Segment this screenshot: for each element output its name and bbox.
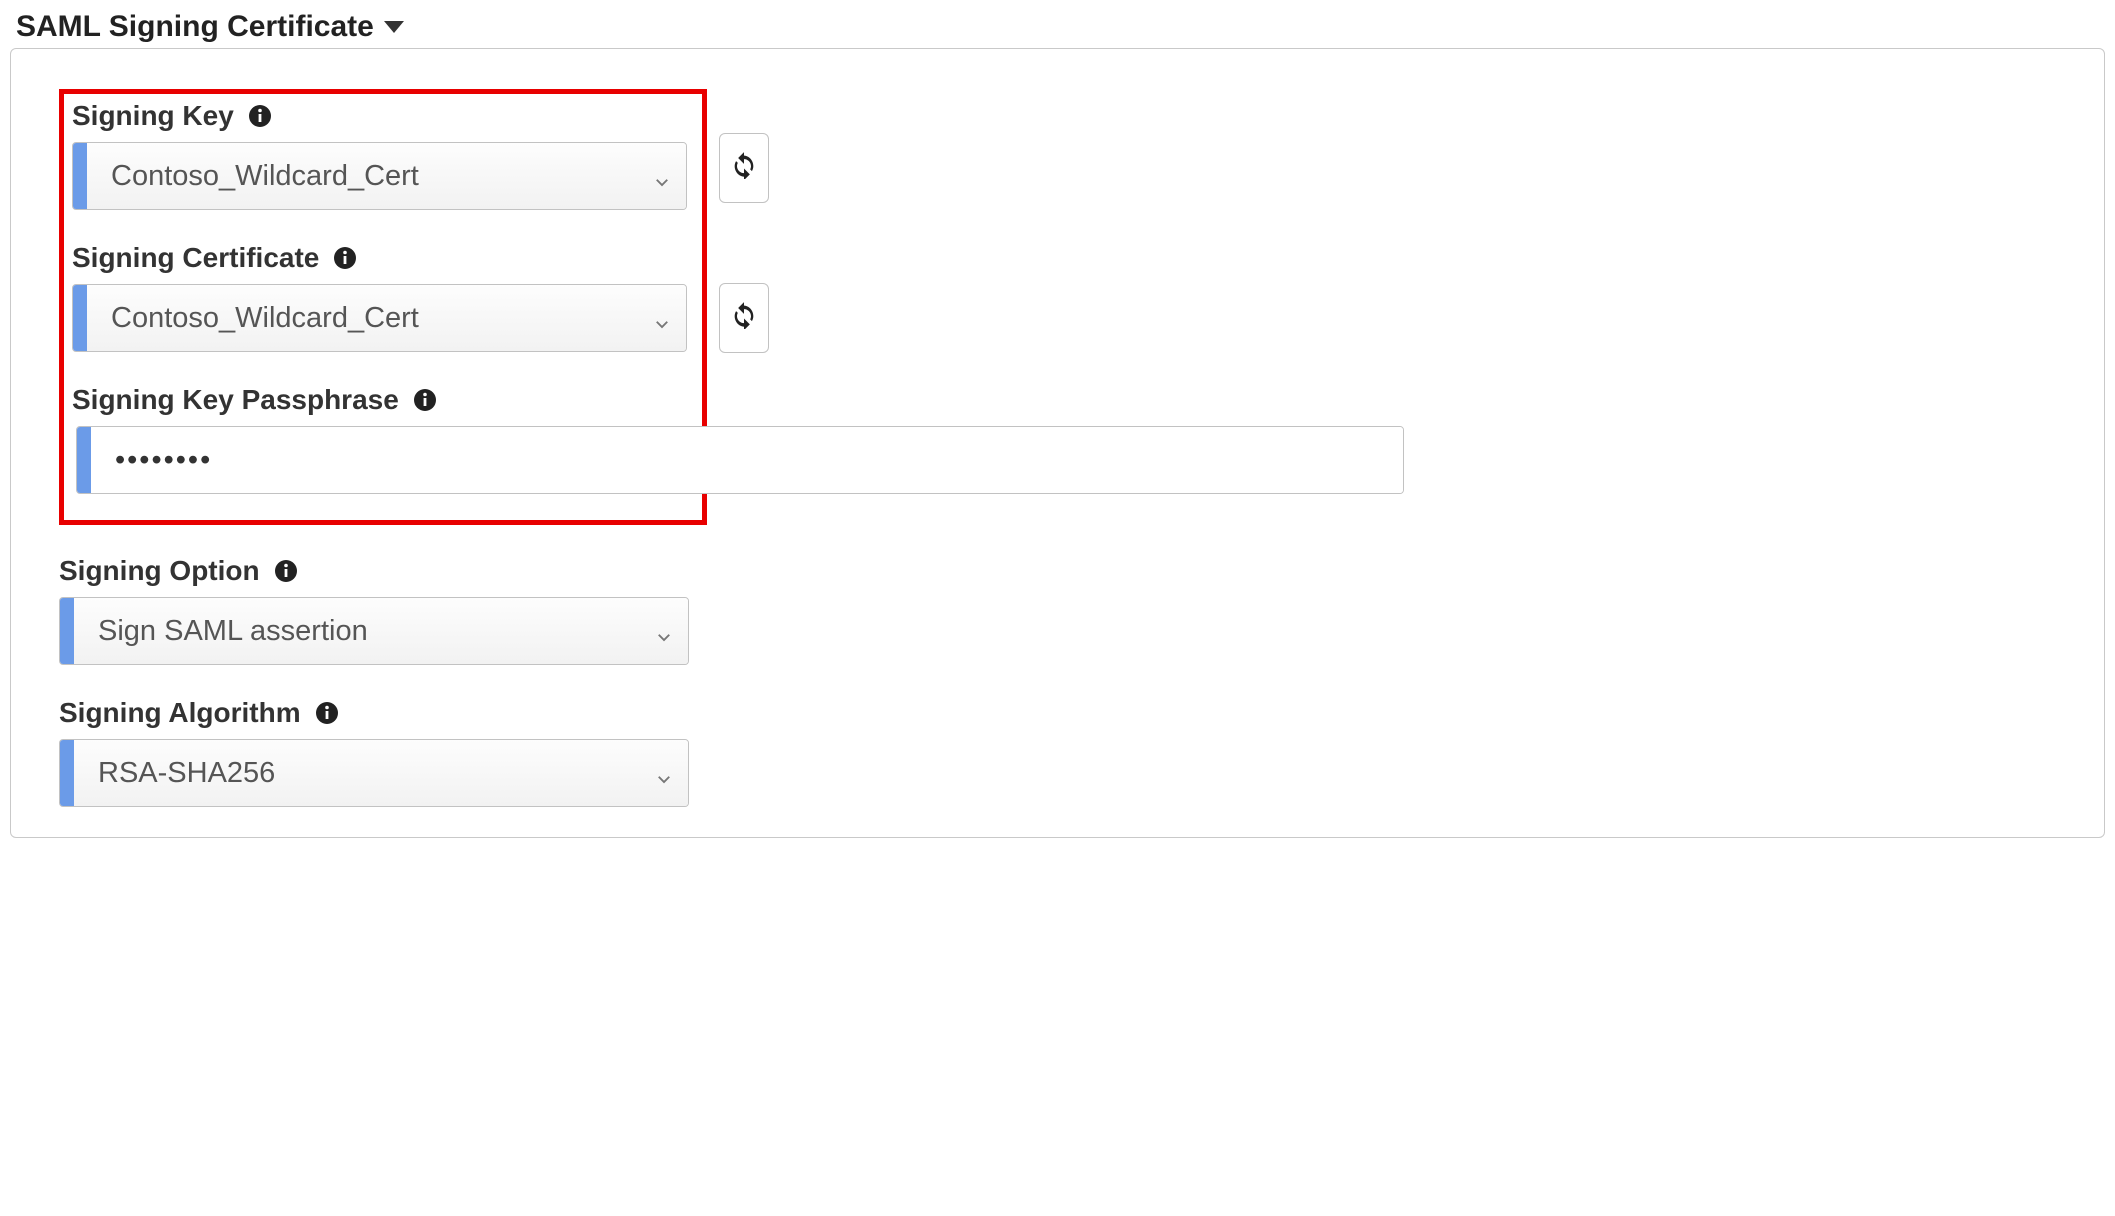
select-row: Contoso_Wildcard_Cert [72, 142, 694, 210]
signing-cert-label: Signing Certificate [72, 242, 319, 274]
label-row: Signing Option [59, 555, 699, 587]
refresh-signing-key-button[interactable] [719, 133, 769, 203]
signing-key-value: Contoso_Wildcard_Cert [87, 143, 638, 209]
info-icon[interactable] [413, 388, 437, 412]
highlight-wrapper: Signing Key Contoso_Wildcard_Cert [59, 89, 2056, 525]
below-section: Signing Option Sign SAML assertion Signi… [59, 555, 699, 807]
passphrase-input-container [72, 426, 694, 498]
signing-algorithm-value: RSA-SHA256 [74, 740, 640, 806]
signing-algorithm-select[interactable]: RSA-SHA256 [59, 739, 689, 807]
signing-option-label: Signing Option [59, 555, 260, 587]
field-signing-algorithm: Signing Algorithm RSA-SHA256 [59, 697, 699, 807]
chevron-down-icon [655, 622, 673, 640]
info-icon[interactable] [333, 246, 357, 270]
refresh-icon [730, 151, 758, 186]
accent-bar [77, 427, 91, 493]
highlight-box: Signing Key Contoso_Wildcard_Cert [59, 89, 707, 525]
chevron-down-icon [653, 309, 671, 327]
field-signing-cert: Signing Certificate Contoso_Wildcard_Cer… [72, 242, 694, 352]
label-row: Signing Algorithm [59, 697, 699, 729]
chevron-box [638, 143, 686, 209]
accent-bar [60, 740, 74, 806]
signing-cert-select[interactable]: Contoso_Wildcard_Cert [72, 284, 687, 352]
section-header[interactable]: SAML Signing Certificate [10, 10, 2105, 44]
accent-bar [60, 598, 74, 664]
label-row: Signing Certificate [72, 242, 694, 274]
info-icon[interactable] [274, 559, 298, 583]
caret-down-icon [384, 21, 404, 33]
label-row: Signing Key [72, 100, 694, 132]
chevron-box [640, 598, 688, 664]
chevron-box [638, 285, 686, 351]
signing-option-value: Sign SAML assertion [74, 598, 640, 664]
passphrase-input-wrap[interactable] [76, 426, 1404, 494]
refresh-signing-cert-button[interactable] [719, 283, 769, 353]
field-signing-option: Signing Option Sign SAML assertion [59, 555, 699, 665]
info-icon[interactable] [248, 104, 272, 128]
refresh-icon [730, 301, 758, 336]
signing-key-select[interactable]: Contoso_Wildcard_Cert [72, 142, 687, 210]
chevron-down-icon [655, 764, 673, 782]
chevron-box [640, 740, 688, 806]
signing-algorithm-label: Signing Algorithm [59, 697, 301, 729]
signing-key-label: Signing Key [72, 100, 234, 132]
info-icon[interactable] [315, 701, 339, 725]
label-row: Signing Key Passphrase [72, 384, 694, 416]
accent-bar [73, 143, 87, 209]
chevron-down-icon [653, 167, 671, 185]
accent-bar [73, 285, 87, 351]
passphrase-input[interactable] [91, 427, 1403, 493]
signing-option-select[interactable]: Sign SAML assertion [59, 597, 689, 665]
field-passphrase: Signing Key Passphrase [72, 384, 694, 498]
signing-cert-value: Contoso_Wildcard_Cert [87, 285, 638, 351]
panel-body: Signing Key Contoso_Wildcard_Cert [10, 48, 2105, 838]
passphrase-label: Signing Key Passphrase [72, 384, 399, 416]
field-signing-key: Signing Key Contoso_Wildcard_Cert [72, 100, 694, 210]
select-row: Contoso_Wildcard_Cert [72, 284, 694, 352]
section-title: SAML Signing Certificate [16, 10, 374, 44]
